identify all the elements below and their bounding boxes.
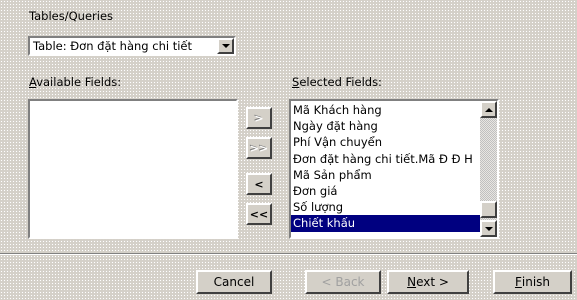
- chevron-down-icon: [484, 226, 493, 231]
- available-fields-label: Available Fields:: [29, 75, 122, 89]
- scroll-thumb[interactable]: [480, 201, 497, 218]
- selected-field-item[interactable]: Phí Vận chuyển: [291, 134, 480, 150]
- selected-fields-list[interactable]: Mã Khách hàng Ngày đặt hàng Phí Vận chuyển…: [289, 99, 499, 239]
- selected-field-item[interactable]: Ngày đặt hàng: [291, 118, 480, 134]
- selected-field-item[interactable]: Mã Khách hàng: [291, 102, 480, 118]
- cancel-button[interactable]: Cancel: [196, 270, 272, 294]
- footer-divider: [0, 253, 577, 255]
- scroll-up-button[interactable]: [480, 101, 497, 118]
- add-field-button[interactable]: >: [246, 107, 272, 129]
- chevron-down-icon[interactable]: [217, 38, 234, 54]
- finish-button[interactable]: Finish: [493, 270, 572, 294]
- selected-field-item[interactable]: Chiết khấu: [291, 215, 480, 232]
- remove-field-button[interactable]: <: [246, 173, 272, 195]
- selected-field-item[interactable]: Đơn đặt hàng chi tiết.Mã Đ Đ H: [291, 151, 480, 167]
- selected-fields-label: Selected Fields:: [292, 75, 382, 89]
- available-fields-list[interactable]: [28, 99, 238, 239]
- back-button[interactable]: < Back: [305, 270, 381, 294]
- table-query-select[interactable]: Table: Đơn đặt hàng chi tiết: [28, 36, 236, 56]
- tables-queries-label: Tables/Queries: [29, 9, 114, 23]
- remove-all-fields-button[interactable]: <<: [246, 203, 272, 225]
- chevron-up-icon: [484, 107, 493, 112]
- table-query-select-value: Table: Đơn đặt hàng chi tiết: [33, 39, 193, 53]
- selected-field-item[interactable]: Số lượng: [291, 199, 480, 215]
- scroll-down-button[interactable]: [480, 220, 497, 237]
- selected-field-item[interactable]: Mã Sản phẩm: [291, 167, 480, 183]
- add-all-fields-button[interactable]: >>: [246, 137, 272, 159]
- selected-fields-scrollbar[interactable]: [480, 101, 497, 237]
- selected-fields-items: Mã Khách hàng Ngày đặt hàng Phí Vận chuyển…: [291, 102, 480, 232]
- next-button[interactable]: Next >: [387, 270, 469, 294]
- selected-field-item[interactable]: Đơn giá: [291, 183, 480, 199]
